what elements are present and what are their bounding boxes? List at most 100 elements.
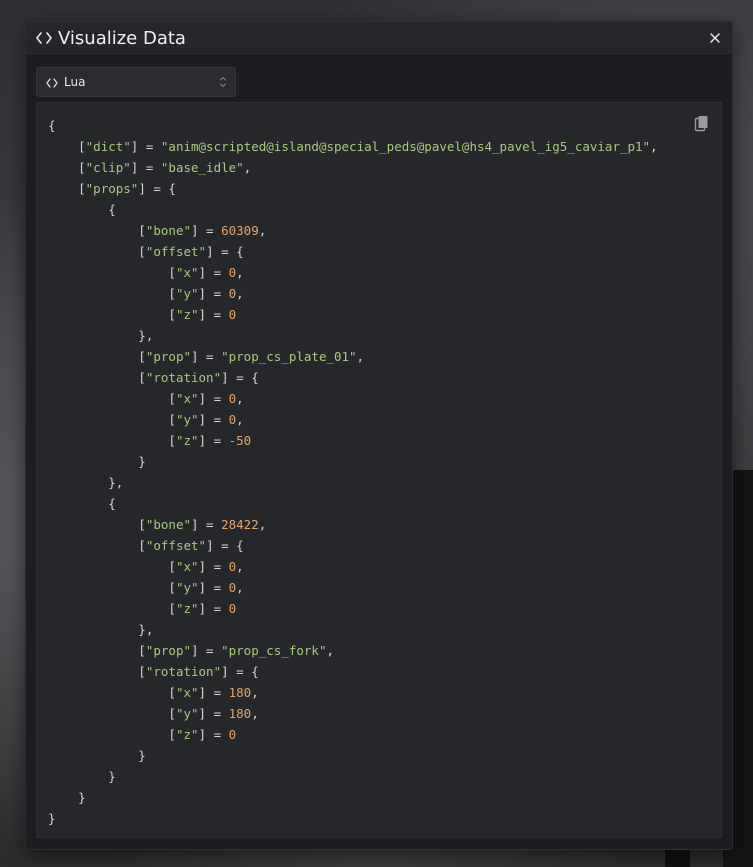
code-line: ["prop"] = "prop_cs_fork", [48, 640, 658, 661]
code-punctuation: ] = { [138, 181, 176, 196]
code-line: } [48, 451, 658, 472]
close-button[interactable] [708, 30, 722, 44]
code-number: 180 [228, 706, 252, 721]
code-key: "rotation" [145, 664, 222, 679]
code-punctuation: [ [48, 223, 146, 238]
code-punctuation: [ [48, 244, 146, 259]
code-line: } [48, 745, 658, 766]
code-line: ["x"] = 180, [48, 682, 658, 703]
code-punctuation: ] = [191, 223, 222, 238]
code-key: "y" [175, 706, 199, 721]
visualize-data-dialog: Visualize Data Lua { ["dict"] = "anim@sc… [25, 21, 733, 850]
code-line: ["prop"] = "prop_cs_plate_01", [48, 346, 658, 367]
code-punctuation: [ [48, 580, 176, 595]
language-select[interactable]: Lua [36, 67, 236, 97]
code-line: } [48, 787, 658, 808]
code-line: { [48, 493, 658, 514]
code-number: 180 [228, 685, 252, 700]
code-punctuation: { [48, 118, 56, 133]
dialog-title: Visualize Data [58, 28, 186, 49]
code-key: "z" [175, 433, 199, 448]
dialog-header: Visualize Data [26, 22, 732, 56]
code-punctuation: , [650, 139, 658, 154]
code-line: } [48, 766, 658, 787]
code-punctuation: [ [48, 370, 146, 385]
code-punctuation: , [258, 223, 267, 238]
code-line: }, [48, 472, 658, 493]
code-line: ["clip"] = "base_idle", [48, 157, 658, 178]
code-punctuation: ] = [191, 349, 222, 364]
code-line: } [48, 808, 658, 829]
code-punctuation: ] = [198, 706, 229, 721]
code-line: ["y"] = 180, [48, 703, 658, 724]
code-punctuation: } [48, 454, 146, 469]
code-string: "prop_cs_fork" [221, 643, 327, 658]
code-key: "dict" [85, 139, 131, 154]
code-punctuation: ] = [198, 559, 229, 574]
code-punctuation: [ [48, 412, 176, 427]
code-punctuation: } [48, 748, 146, 763]
code-string: "anim@scripted@island@special_peds@pavel… [160, 139, 651, 154]
code-punctuation: ] = { [221, 370, 259, 385]
code-key: "prop" [145, 349, 191, 364]
code-key: "props" [85, 181, 139, 196]
code-punctuation: [ [48, 307, 176, 322]
code-number: 0 [228, 727, 237, 742]
code-key: "bone" [145, 223, 191, 238]
code-key: "y" [175, 412, 199, 427]
code-key: "offset" [145, 244, 207, 259]
code-line: ["bone"] = 28422, [48, 514, 658, 535]
code-key: "x" [175, 391, 199, 406]
code-line: ["y"] = 0, [48, 577, 658, 598]
code-punctuation: , [243, 160, 252, 175]
chevron-updown-icon [219, 74, 227, 90]
code-punctuation: [ [48, 517, 146, 532]
code-string: "prop_cs_plate_01" [221, 349, 357, 364]
code-punctuation: { [48, 496, 116, 511]
code-line: ["dict"] = "anim@scripted@island@special… [48, 136, 658, 157]
code-line: ["z"] = -50 [48, 430, 658, 451]
code-key: "rotation" [145, 370, 222, 385]
code-punctuation: , [236, 286, 244, 301]
code-line: ["offset"] = { [48, 241, 658, 262]
code-punctuation: ] = [191, 517, 222, 532]
code-line: ["y"] = 0, [48, 283, 658, 304]
code-line: { [48, 115, 658, 136]
code-line: ["y"] = 0, [48, 409, 658, 430]
code-line: ["rotation"] = { [48, 661, 658, 682]
code-icon [45, 75, 59, 89]
code-punctuation: ] = [198, 391, 229, 406]
close-icon[interactable] [708, 31, 722, 45]
code-key: "z" [175, 307, 199, 322]
code-punctuation: , [236, 265, 244, 280]
code-punctuation: ] = { [221, 664, 259, 679]
copy-icon[interactable] [694, 115, 710, 133]
code-punctuation: ] = [198, 286, 229, 301]
code-punctuation: , [326, 643, 334, 658]
code-punctuation: ] = [198, 307, 229, 322]
code-punctuation: [ [48, 181, 86, 196]
code-key: "clip" [85, 160, 131, 175]
code-punctuation: , [356, 349, 365, 364]
code-punctuation: ] = [198, 727, 229, 742]
code-punctuation: , [236, 391, 244, 406]
copy-button[interactable] [694, 115, 710, 133]
code-punctuation: [ [48, 559, 176, 574]
code-line: ["x"] = 0, [48, 388, 658, 409]
code-punctuation: ] = [198, 601, 229, 616]
code-punctuation: [ [48, 139, 86, 154]
code-punctuation: , [236, 412, 244, 427]
code-punctuation: [ [48, 391, 176, 406]
code-punctuation: } [48, 811, 56, 826]
code-line: ["z"] = 0 [48, 304, 658, 325]
code-punctuation: ] = [130, 139, 161, 154]
code-key: "x" [175, 265, 199, 280]
code-line: ["x"] = 0, [48, 262, 658, 283]
code-line: ["offset"] = { [48, 535, 658, 556]
code-line: ["rotation"] = { [48, 367, 658, 388]
code-key: "prop" [145, 643, 191, 658]
code-punctuation: ] = [191, 643, 222, 658]
code-punctuation: [ [48, 685, 176, 700]
code-punctuation: , [251, 706, 259, 721]
code-punctuation: , [251, 685, 259, 700]
